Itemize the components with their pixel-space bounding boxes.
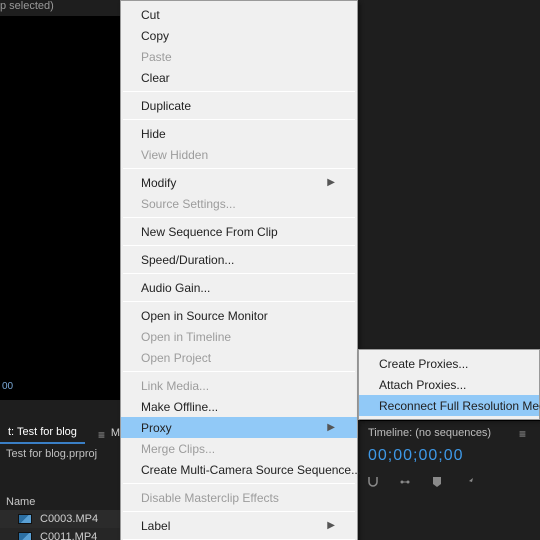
tab-menu-icon[interactable]: ≡ xyxy=(98,428,105,442)
linked-selection-icon[interactable] xyxy=(398,475,412,489)
menu-item-label: Create Multi-Camera Source Sequence... xyxy=(141,463,361,477)
menu-item-label: Paste xyxy=(141,50,172,64)
menu-item-label: Audio Gain... xyxy=(141,281,210,295)
project-filename: Test for blog.prproj xyxy=(6,448,97,460)
chevron-right-icon: ▶ xyxy=(327,177,335,188)
menu-item[interactable]: Audio Gain... xyxy=(121,277,357,298)
app-root: p selected) 00 t: Test for blog ≡ Med Te… xyxy=(0,0,540,540)
menu-item[interactable]: Proxy ▶ xyxy=(121,417,357,438)
menu-item-label: Modify xyxy=(141,176,176,190)
menu-item-label: Make Offline... xyxy=(141,400,218,414)
menu-item[interactable]: Modify ▶ xyxy=(121,172,357,193)
tab-project[interactable]: t: Test for blog xyxy=(0,422,85,444)
menu-item-label: Label xyxy=(141,519,170,533)
menu-separator xyxy=(123,91,355,92)
menu-item-label: Open in Timeline xyxy=(141,330,231,344)
clip-name: C0003.MP4 xyxy=(40,513,98,525)
menu-item[interactable]: Reconnect Full Resolution Media... xyxy=(359,395,539,416)
chevron-right-icon: ▶ xyxy=(327,520,335,531)
menu-item-label: Speed/Duration... xyxy=(141,253,234,267)
menu-item-label: View Hidden xyxy=(141,148,208,162)
menu-separator xyxy=(123,245,355,246)
menu-item: Merge Clips... xyxy=(121,438,357,459)
menu-separator xyxy=(123,119,355,120)
menu-item-label: Proxy xyxy=(141,421,172,435)
menu-item[interactable]: Open in Source Monitor xyxy=(121,305,357,326)
marker-icon[interactable] xyxy=(430,475,444,489)
menu-item: Open in Timeline xyxy=(121,326,357,347)
menu-item[interactable]: Attach Proxies... xyxy=(359,374,539,395)
menu-separator xyxy=(123,168,355,169)
menu-item-label: Duplicate xyxy=(141,99,191,113)
menu-item-label: Source Settings... xyxy=(141,197,236,211)
menu-item[interactable]: Speed/Duration... xyxy=(121,249,357,270)
menu-item-label: Merge Clips... xyxy=(141,442,215,456)
menu-separator xyxy=(123,371,355,372)
menu-item-label: Link Media... xyxy=(141,379,209,393)
menu-item-label: Clear xyxy=(141,71,170,85)
menu-item-label: Copy xyxy=(141,29,169,43)
menu-item-label: Hide xyxy=(141,127,166,141)
context-menu[interactable]: Cut Copy Paste Clear Duplicate Hide View Hidde… xyxy=(120,0,358,540)
settings-icon[interactable] xyxy=(462,475,476,489)
menu-item-label: Reconnect Full Resolution Media... xyxy=(379,399,540,413)
menu-item[interactable]: Duplicate xyxy=(121,95,357,116)
menu-item[interactable]: Copy xyxy=(121,25,357,46)
timeline-timecode[interactable]: 00;00;00;00 xyxy=(368,447,464,465)
menu-item[interactable]: New Sequence From Clip xyxy=(121,221,357,242)
source-monitor-viewport[interactable] xyxy=(0,16,120,400)
clip-icon xyxy=(18,532,32,540)
menu-separator xyxy=(123,273,355,274)
proxy-submenu[interactable]: Create Proxies... Attach Proxies... Reconn… xyxy=(358,349,540,420)
menu-item: Source Settings... xyxy=(121,193,357,214)
menu-item-label: Attach Proxies... xyxy=(379,378,466,392)
chevron-right-icon: ▶ xyxy=(327,422,335,433)
column-header-name[interactable]: Name xyxy=(6,496,35,508)
menu-item[interactable]: Create Multi-Camera Source Sequence... xyxy=(121,459,357,480)
clip-icon xyxy=(18,514,32,524)
snap-icon[interactable] xyxy=(366,475,380,489)
menu-item: Link Media... xyxy=(121,375,357,396)
menu-item: Paste xyxy=(121,46,357,67)
menu-item-label: New Sequence From Clip xyxy=(141,225,278,239)
source-timecode: 00 xyxy=(2,381,13,392)
menu-item-label: Open in Source Monitor xyxy=(141,309,268,323)
menu-separator xyxy=(123,217,355,218)
timeline-panel: Timeline: (no sequences) ≡ 00;00;00;00 xyxy=(360,420,540,540)
menu-item[interactable]: Create Proxies... xyxy=(359,353,539,374)
menu-item-label: Open Project xyxy=(141,351,211,365)
menu-item: Open Project xyxy=(121,347,357,368)
timeline-menu-icon[interactable]: ≡ xyxy=(519,427,526,441)
timeline-tools xyxy=(366,475,476,489)
menu-item: View Hidden xyxy=(121,144,357,165)
timeline-title: Timeline: (no sequences) xyxy=(368,427,491,439)
menu-item-label: Cut xyxy=(141,8,160,22)
source-header: p selected) xyxy=(0,0,120,16)
menu-item[interactable]: Clear xyxy=(121,67,357,88)
menu-item[interactable]: Hide xyxy=(121,123,357,144)
clip-name: C0011.MP4 xyxy=(40,531,97,540)
menu-separator xyxy=(123,511,355,512)
menu-item-label: Create Proxies... xyxy=(379,357,468,371)
menu-item: Disable Masterclip Effects xyxy=(121,487,357,508)
menu-separator xyxy=(123,483,355,484)
menu-item[interactable]: Make Offline... xyxy=(121,396,357,417)
menu-item[interactable]: Cut xyxy=(121,4,357,25)
menu-separator xyxy=(123,301,355,302)
menu-item[interactable]: Label ▶ xyxy=(121,515,357,536)
menu-item-label: Disable Masterclip Effects xyxy=(141,491,279,505)
